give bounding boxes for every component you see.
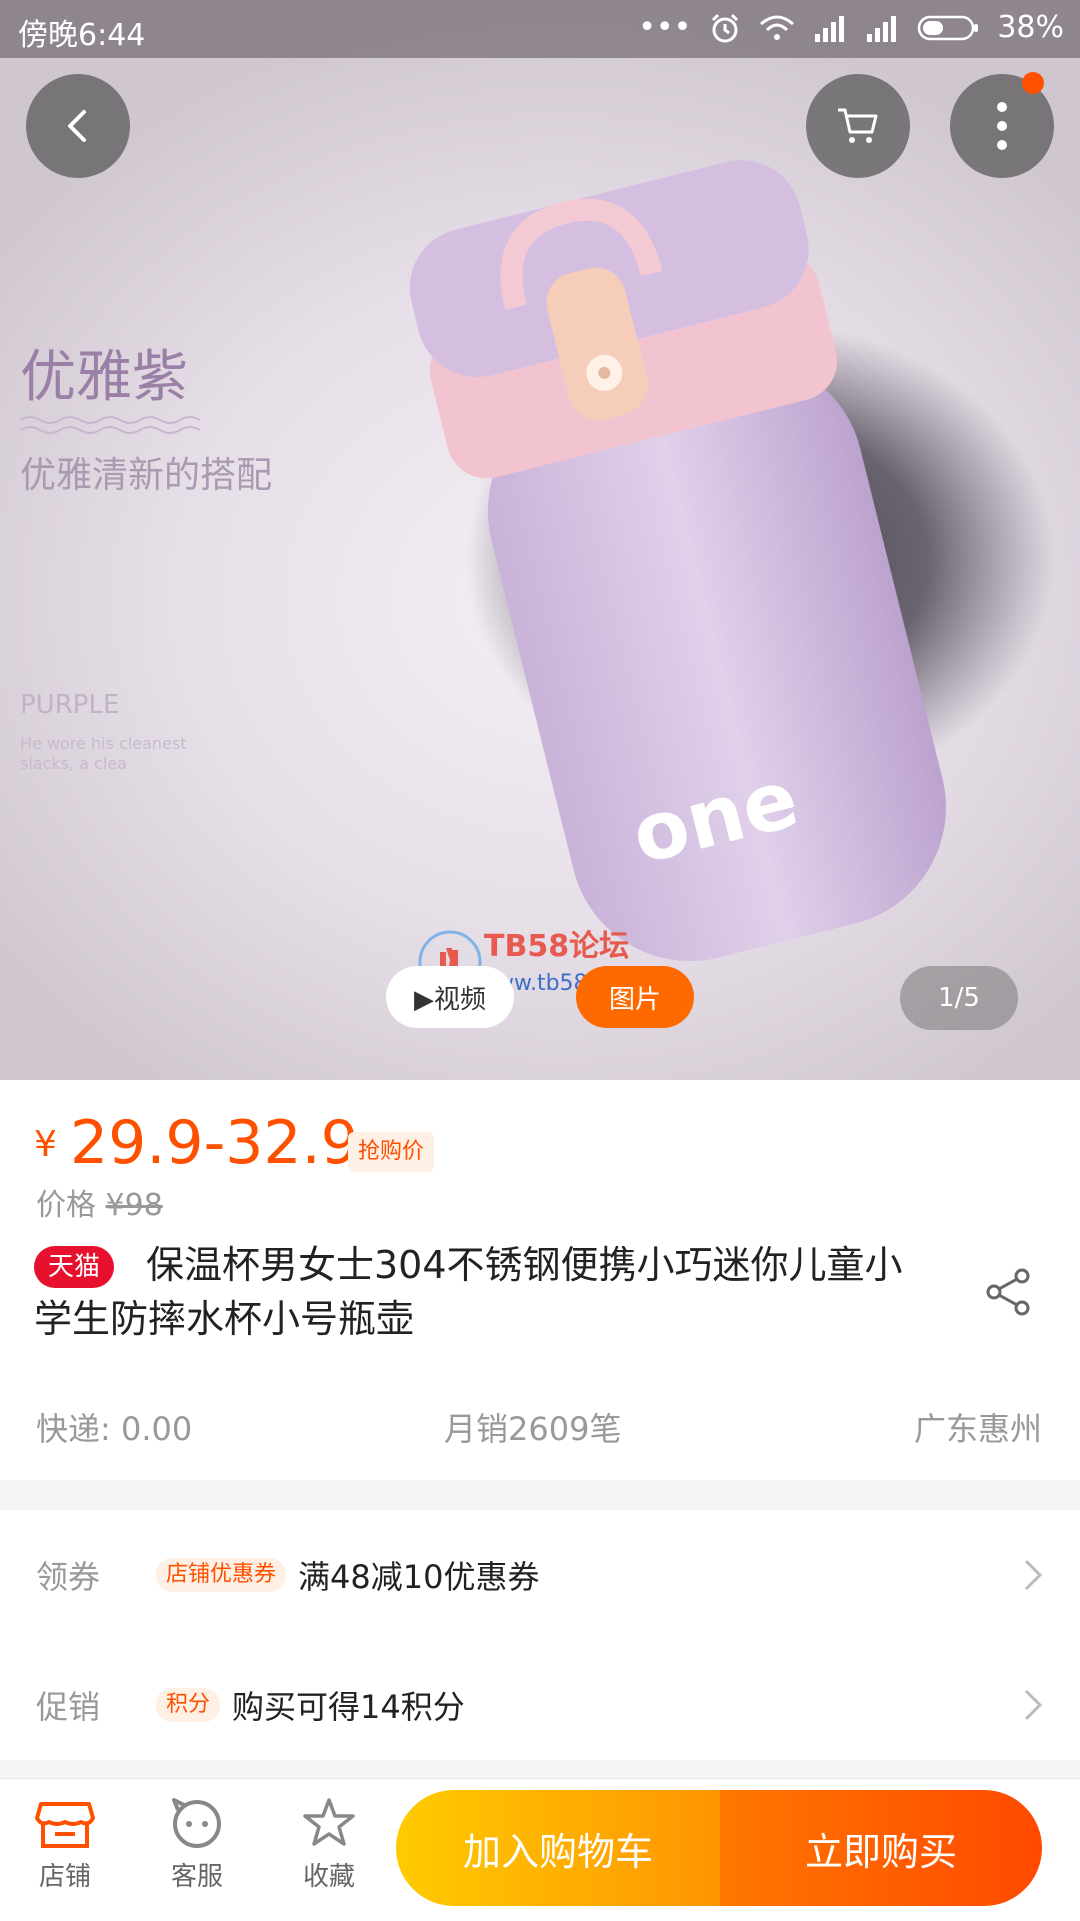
monthly-sales: 月销2609笔 xyxy=(444,1410,622,1448)
customer-service-icon xyxy=(172,1798,221,1848)
battery-icon xyxy=(918,15,979,40)
product-bottle-image: one xyxy=(410,160,946,962)
ship-location: 广东惠州 xyxy=(913,1410,1042,1448)
product-image-carousel[interactable]: 优雅紫 优雅清新的搭配 PURPLE He wore his cleanest … xyxy=(0,0,1080,1080)
original-price-value: ¥98 xyxy=(105,1188,163,1223)
chevron-right-icon xyxy=(1024,1559,1043,1591)
image-overlay-title: 优雅紫 xyxy=(20,345,188,410)
video-tab[interactable]: ▶视频 xyxy=(386,966,514,1028)
chevron-right-icon xyxy=(1024,1689,1043,1721)
image-counter: 1/5 xyxy=(900,966,1018,1030)
back-button[interactable] xyxy=(26,74,130,178)
share-button[interactable] xyxy=(980,1264,1036,1320)
status-icons: ••• 38% xyxy=(638,10,1064,45)
product-title: 保温杯男女士304不锈钢便携小巧迷你儿童小学生防摔水杯小号瓶壶 xyxy=(34,1243,903,1341)
cart-button[interactable] xyxy=(806,74,910,178)
cart-icon xyxy=(838,108,878,143)
watermark-title: TB58论坛 xyxy=(484,929,629,964)
promotion-row[interactable]: 促销 积分 购买可得14积分 xyxy=(0,1640,1080,1770)
coupon-tag: 店铺优惠券 xyxy=(156,1558,287,1592)
status-time: 傍晚6:44 xyxy=(18,18,146,53)
wifi-icon xyxy=(760,15,795,40)
coupon-text: 满48减10优惠券 xyxy=(298,1558,540,1596)
image-overlay-english: PURPLE xyxy=(20,690,120,720)
more-dots-icon: ••• xyxy=(638,10,692,45)
customer-service-button[interactable]: 客服 xyxy=(142,1796,252,1893)
buy-now-button[interactable]: 立即购买 xyxy=(720,1790,1042,1906)
price-tag: 抢购价 xyxy=(348,1132,435,1172)
signal-icon-2 xyxy=(867,15,897,42)
add-to-cart-button[interactable]: 加入购物车 xyxy=(396,1790,720,1906)
favorite-label: 收藏 xyxy=(302,1862,355,1892)
customer-service-label: 客服 xyxy=(170,1862,223,1892)
notification-dot xyxy=(1022,72,1044,94)
signal-icon xyxy=(815,15,845,42)
price-currency: ¥ xyxy=(34,1124,57,1165)
battery-percent: 38% xyxy=(997,10,1064,45)
tmall-badge: 天猫 xyxy=(34,1246,115,1288)
favorite-button[interactable]: 收藏 xyxy=(274,1796,384,1893)
more-vertical-icon xyxy=(997,102,1007,150)
store-button[interactable]: 店铺 xyxy=(10,1796,120,1893)
store-label: 店铺 xyxy=(38,1862,91,1892)
promotion-label: 促销 xyxy=(36,1688,101,1726)
chevron-left-icon xyxy=(68,110,86,142)
original-price-label: 价格 xyxy=(36,1188,96,1223)
alarm-icon xyxy=(712,13,739,42)
store-icon xyxy=(35,1802,95,1848)
star-icon xyxy=(303,1798,355,1846)
coupon-label: 领券 xyxy=(36,1558,101,1596)
promotion-text: 购买可得14积分 xyxy=(232,1688,465,1726)
promotion-tag: 积分 xyxy=(156,1688,221,1722)
shipping-fee: 快递: 0.00 xyxy=(36,1410,193,1448)
image-overlay-small-text: He wore his cleanest slacks, a clea xyxy=(20,734,187,773)
original-price: 价格 ¥98 xyxy=(36,1180,163,1224)
status-bar: 傍晚6:44 ••• 38% xyxy=(0,0,1080,58)
price-range: 29.9-32.9 xyxy=(70,1108,359,1178)
image-overlay-subtitle: 优雅清新的搭配 xyxy=(20,455,273,496)
share-icon xyxy=(986,1268,1030,1316)
image-tab[interactable]: 图片 xyxy=(576,966,694,1028)
coupon-row[interactable]: 领券 店铺优惠券 满48减10优惠券 xyxy=(0,1510,1080,1640)
wave-decoration xyxy=(20,416,200,434)
